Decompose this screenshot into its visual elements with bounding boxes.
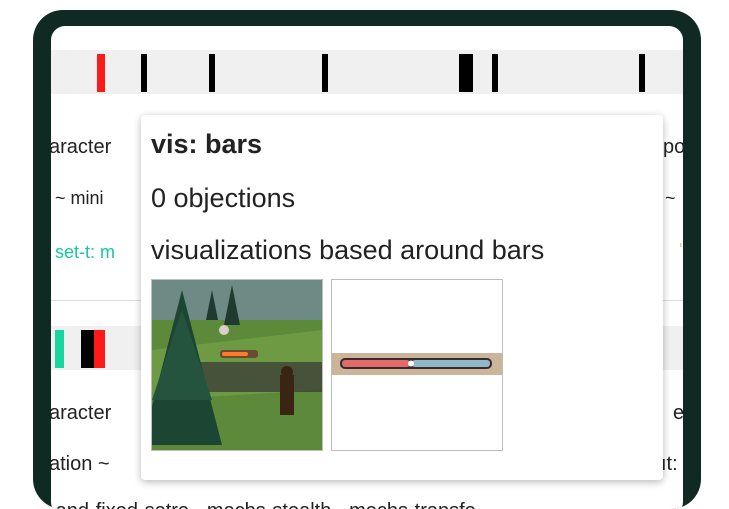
bar-tick	[209, 54, 215, 92]
screen: aracter po ~ mini ~ set-t: m ' aracter e…	[51, 26, 683, 509]
row1-meta-right: ~	[665, 188, 676, 208]
row1-meta-left: ~ mini	[55, 188, 104, 208]
row1-label-left: aracter	[51, 136, 112, 158]
bar-tick	[322, 54, 328, 92]
tooltip-description: visualizations based around bars	[151, 235, 545, 265]
bar-tick	[141, 54, 147, 92]
tag-tooltip: vis: bars 0 objections visualizations ba…	[141, 115, 663, 480]
bar-tick	[639, 54, 645, 92]
row1-tag-left[interactable]: set-t: m	[55, 242, 115, 263]
row2-label-right: e	[673, 402, 683, 424]
bar-tick	[492, 54, 498, 92]
row2-meta-right: ıt:	[661, 453, 678, 475]
row1-label-right: po	[663, 136, 683, 158]
health-bar-image	[332, 280, 502, 450]
tooltip-title: vis: bars	[151, 129, 263, 159]
health-bar-thumbnail[interactable]	[331, 279, 503, 451]
bar-tick-teal	[55, 330, 64, 368]
bar-tick-red	[97, 54, 105, 92]
row2-meta-left: ation ~	[51, 453, 110, 475]
device-frame: aracter po ~ mini ~ set-t: m ' aracter e…	[33, 10, 701, 509]
tooltip-objections: 0 objections	[151, 183, 296, 213]
bar-tick	[459, 54, 473, 92]
row1-tag-right[interactable]: '	[679, 240, 682, 261]
game-scene-image	[152, 280, 322, 450]
game-scene-thumbnail[interactable]	[151, 279, 323, 451]
row2-label-left: aracter	[51, 402, 112, 424]
bar-tick	[81, 330, 94, 368]
row2-bottom-text: -and-fixed-setre · mechs-stealth · mechs…	[51, 500, 476, 509]
bar-tick-red	[94, 330, 105, 368]
bar-strip-row1	[51, 50, 683, 94]
